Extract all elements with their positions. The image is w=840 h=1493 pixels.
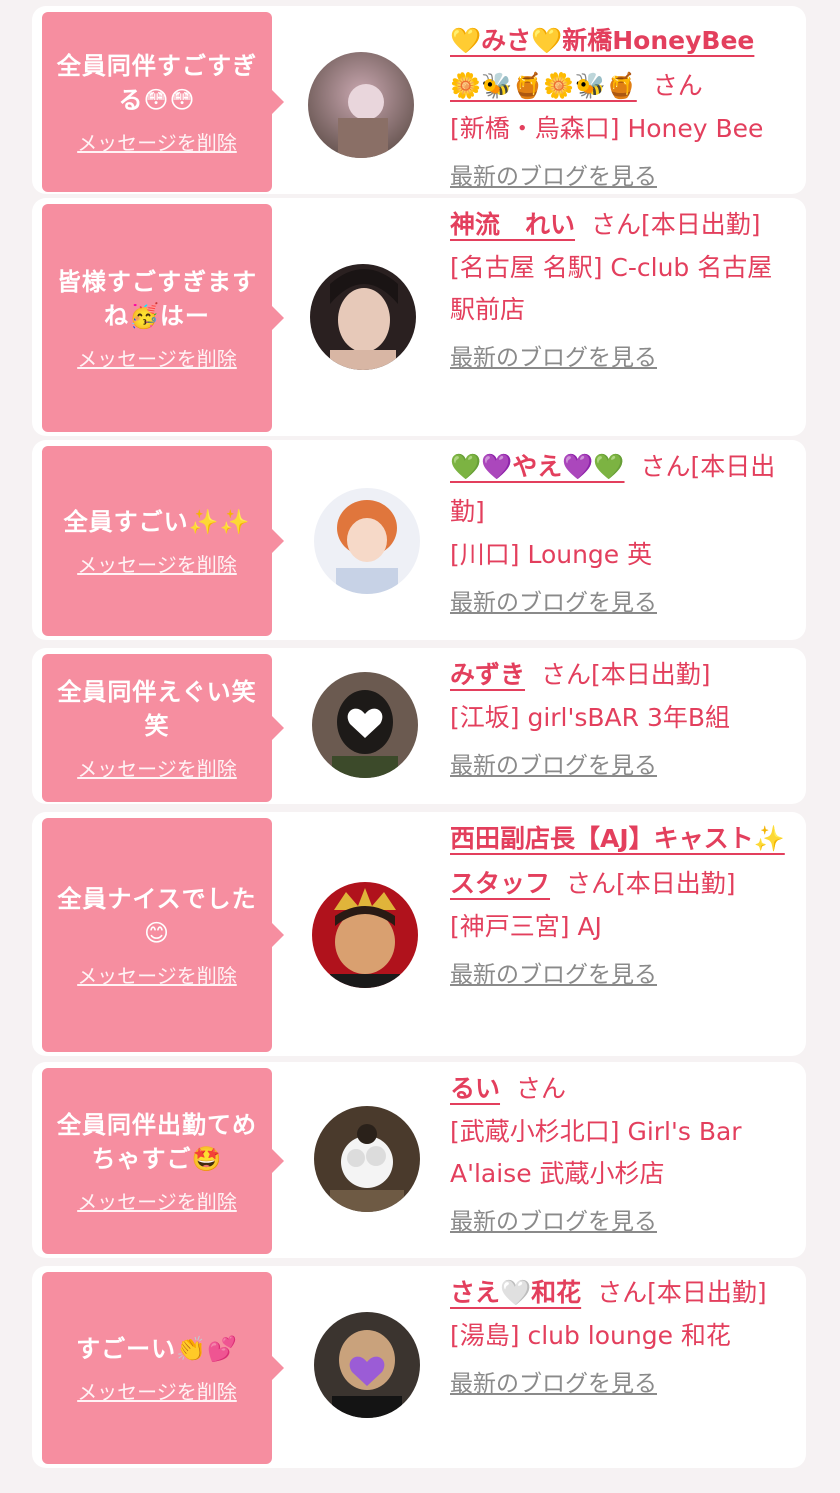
message-text: 全員すごい✨✨ [63,507,251,536]
avatar[interactable] [312,672,418,778]
message-bubble: 全員ナイスでした😊 メッセージを削除 [42,818,284,1052]
latest-blog-link[interactable]: 最新のブログを見る [450,158,786,196]
member-info: さえ🤍和花 さん[本日出勤] [湯島] club lounge 和花 最新のブログ… [450,1270,786,1403]
message-bubble: 全員同伴えぐい笑笑 メッセージを削除 [42,654,284,802]
avatar[interactable] [310,264,416,370]
message-text: すごーい👏💕 [76,1334,238,1363]
delete-message-button[interactable]: メッセージを削除 [77,753,237,782]
message-text: 皆様すごすぎますね🥳はー [56,267,258,330]
message-text: 全員ナイスでした😊 [57,884,257,947]
delete-message-button[interactable]: メッセージを削除 [77,549,237,578]
latest-blog-link[interactable]: 最新のブログを見る [450,956,786,994]
member-info: みずき さん[本日出勤] [江坂] girl'sBAR 3年B組 最新のブログを見… [450,652,786,785]
message-bubble: 全員同伴出勤てめちゃすご🤩 メッセージを削除 [42,1068,284,1254]
member-info: るい さん [武蔵小杉北口] Girl's Bar A'laise 武蔵小杉店 最… [450,1066,786,1241]
avatar[interactable] [314,1312,420,1418]
message-text: 全員同伴すごすぎる😳😳 [56,51,258,114]
shop-label: [神戸三宮] AJ [450,912,602,941]
list-item: すごーい👏💕 メッセージを削除 さえ🤍和花 さん[本日出勤] [湯島] club … [32,1266,806,1468]
message-text: 全員同伴出勤てめちゃすご🤩 [57,1110,257,1173]
message-bubble: 全員すごい✨✨ メッセージを削除 [42,446,284,636]
shop-label: [名古屋 名駅] C-club 名古屋駅前店 [450,253,773,324]
latest-blog-link[interactable]: 最新のブログを見る [450,1365,786,1403]
member-info: 💚💜やえ💜💚 さん[本日出勤] [川口] Lounge 英 最新のブログを見る [450,444,786,622]
member-suffix: さん[本日出勤] [597,1278,767,1307]
avatar[interactable] [308,52,414,158]
message-list: 全員同伴すごすぎる😳😳 メッセージを削除 💛みさ💛新橋HoneyBee 🌼🐝🍯🌼… [0,0,840,1493]
shop-label: [武蔵小杉北口] Girl's Bar A'laise 武蔵小杉店 [450,1117,742,1188]
shop-label: [新橋・烏森口] Honey Bee [450,114,764,143]
shop-label: [川口] Lounge 英 [450,540,653,569]
member-name-link[interactable]: るい [450,1074,500,1103]
message-bubble: 全員同伴すごすぎる😳😳 メッセージを削除 [42,12,284,192]
message-bubble: すごーい👏💕 メッセージを削除 [42,1272,284,1464]
delete-message-button[interactable]: メッセージを削除 [77,343,237,372]
avatar[interactable] [314,1106,420,1212]
list-item: 全員ナイスでした😊 メッセージを削除 西田副店長【AJ】キャスト✨スタッフ さん[… [32,812,806,1056]
message-bubble: 皆様すごすぎますね🥳はー メッセージを削除 [42,204,284,432]
delete-message-button[interactable]: メッセージを削除 [77,1186,237,1215]
member-name-link[interactable]: 神流 れい [450,210,575,239]
shop-label: [江坂] girl'sBAR 3年B組 [450,703,731,732]
member-info: 西田副店長【AJ】キャスト✨スタッフ さん[本日出勤] [神戸三宮] AJ 最新の… [450,816,786,994]
latest-blog-link[interactable]: 最新のブログを見る [450,1203,786,1241]
member-name-link[interactable]: みずき [450,660,525,689]
list-item: 全員同伴すごすぎる😳😳 メッセージを削除 💛みさ💛新橋HoneyBee 🌼🐝🍯🌼… [32,6,806,194]
list-item: 全員同伴えぐい笑笑 メッセージを削除 みずき さん[本日出勤] [江坂] girl… [32,648,806,804]
member-info: 💛みさ💛新橋HoneyBee 🌼🐝🍯🌼🐝🍯 さん [新橋・烏森口] Honey B… [450,18,786,196]
member-suffix: さん[本日出勤] [541,660,711,689]
avatar[interactable] [314,488,420,594]
member-suffix: さん[本日出勤] [566,869,736,898]
member-name-link[interactable]: さえ🤍和花 [450,1278,581,1307]
latest-blog-link[interactable]: 最新のブログを見る [450,339,786,377]
latest-blog-link[interactable]: 最新のブログを見る [450,584,786,622]
delete-message-button[interactable]: メッセージを削除 [77,127,237,156]
message-text: 全員同伴えぐい笑笑 [57,677,257,740]
delete-message-button[interactable]: メッセージを削除 [77,960,237,989]
latest-blog-link[interactable]: 最新のブログを見る [450,747,786,785]
list-item: 全員すごい✨✨ メッセージを削除 💚💜やえ💜💚 さん[本日出勤] [川口] Lou… [32,440,806,640]
avatar[interactable] [312,882,418,988]
member-suffix: さん[本日出勤] [591,210,761,239]
list-item: 全員同伴出勤てめちゃすご🤩 メッセージを削除 るい さん [武蔵小杉北口] Gir… [32,1062,806,1258]
member-name-link[interactable]: 💛みさ💛新橋HoneyBee 🌼🐝🍯🌼🐝🍯 [450,26,754,100]
member-suffix: さん [516,1074,567,1103]
delete-message-button[interactable]: メッセージを削除 [77,1376,237,1405]
shop-label: [湯島] club lounge 和花 [450,1321,731,1350]
member-info: 神流 れい さん[本日出勤] [名古屋 名駅] C-club 名古屋駅前店 最新の… [450,202,786,377]
member-name-link[interactable]: 💚💜やえ💜💚 [450,452,625,481]
list-item: 皆様すごすぎますね🥳はー メッセージを削除 神流 れい さん[本日出勤] [名古屋… [32,198,806,436]
member-suffix: さん [652,71,703,100]
